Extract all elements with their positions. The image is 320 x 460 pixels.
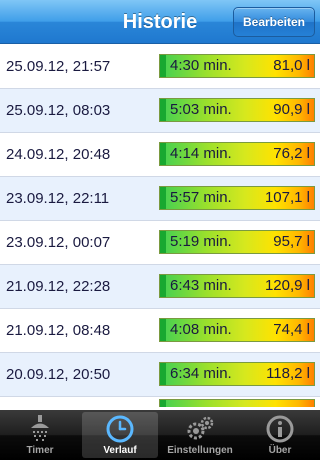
history-row[interactable]: 23.09.12, 22:11 5:57 min. 107,1 l <box>0 177 320 221</box>
row-volume: 118,2 l <box>266 365 310 382</box>
row-duration: 4:08 min. <box>170 321 232 338</box>
usage-bar: 4:14 min. 76,2 l <box>159 142 315 166</box>
usage-bar: 4:08 min. 74,4 l <box>159 318 315 342</box>
row-date: 23.09.12, 22:11 <box>6 190 110 207</box>
history-row[interactable]: 24.09.12, 20:48 4:14 min. 76,2 l <box>0 133 320 177</box>
tab-bar: Timer Verlauf Einstellungen Über <box>0 410 320 460</box>
history-row[interactable]: 25.09.12, 08:03 5:03 min. 90,9 l <box>0 89 320 133</box>
row-duration: 5:57 min. <box>170 189 232 206</box>
row-duration: 5:03 min. <box>170 101 232 118</box>
row-date: 25.09.12, 08:03 <box>6 102 111 119</box>
history-row[interactable]: 21.09.12, 08:48 4:08 min. 74,4 l <box>0 309 320 353</box>
usage-bar: 5:57 min. 107,1 l <box>159 186 315 210</box>
usage-bar: 6:43 min. 120,9 l <box>159 274 315 298</box>
row-duration: 4:30 min. <box>170 57 232 74</box>
row-duration: 6:43 min. <box>170 277 232 294</box>
row-duration: 4:14 min. <box>170 145 232 162</box>
shower-icon <box>25 414 55 444</box>
usage-bar: 6:34 min. 118,2 l <box>159 362 315 386</box>
history-list[interactable]: 25.09.12, 21:57 4:30 min. 81,0 l 25.09.1… <box>0 45 320 410</box>
info-icon <box>265 414 295 444</box>
row-duration: 5:19 min. <box>170 233 232 250</box>
row-date: 25.09.12, 21:57 <box>6 58 111 75</box>
history-row[interactable]: 23.09.12, 00:07 5:19 min. 95,7 l <box>0 221 320 265</box>
row-date: 24.09.12, 20:48 <box>6 146 111 163</box>
tab-label: Verlauf <box>103 445 137 456</box>
usage-bar: 5:03 min. 90,9 l <box>159 98 315 122</box>
tab-timer[interactable]: Timer <box>2 412 78 458</box>
tab-label: Einstellungen <box>167 445 233 456</box>
history-row[interactable]: 25.09.12, 21:57 4:30 min. 81,0 l <box>0 45 320 89</box>
row-date: 21.09.12, 08:48 <box>6 322 111 339</box>
usage-bar: 4:30 min. 81,0 l <box>159 54 315 78</box>
tab-label: Über <box>268 445 292 456</box>
row-date: 21.09.12, 22:28 <box>6 278 111 295</box>
edit-button[interactable]: Bearbeiten <box>233 7 315 37</box>
clock-icon <box>105 414 135 444</box>
row-date: 23.09.12, 00:07 <box>6 234 111 251</box>
history-row[interactable]: 21.09.12, 22:28 6:43 min. 120,9 l <box>0 265 320 309</box>
tab-ueber[interactable]: Über <box>242 412 318 458</box>
tab-verlauf[interactable]: Verlauf <box>82 412 158 458</box>
row-duration: 6:34 min. <box>170 365 232 382</box>
history-row-partial[interactable] <box>0 397 320 410</box>
usage-bar: 5:19 min. 95,7 l <box>159 230 315 254</box>
row-volume: 74,4 l <box>273 321 310 338</box>
navigation-bar: Historie Bearbeiten <box>0 0 320 44</box>
row-date: 20.09.12, 20:50 <box>6 366 111 383</box>
history-screen: Historie Bearbeiten 25.09.12, 21:57 4:30… <box>0 0 320 460</box>
row-volume: 120,9 l <box>264 277 310 294</box>
row-volume: 107,1 l <box>264 189 310 206</box>
tab-label: Timer <box>26 445 54 456</box>
row-volume: 81,0 l <box>273 57 310 74</box>
usage-bar <box>159 399 315 407</box>
gears-icon <box>185 414 215 444</box>
row-volume: 76,2 l <box>273 145 310 162</box>
history-row[interactable]: 20.09.12, 20:50 6:34 min. 118,2 l <box>0 353 320 397</box>
row-volume: 95,7 l <box>273 233 310 250</box>
row-volume: 90,9 l <box>273 101 310 118</box>
tab-einstellungen[interactable]: Einstellungen <box>162 412 238 458</box>
